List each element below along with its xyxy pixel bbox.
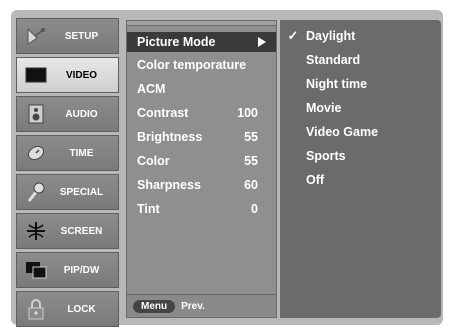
menu-item-acm[interactable]: ACM bbox=[127, 79, 276, 99]
sidebar-item-label: TIME bbox=[69, 147, 94, 159]
menu-item-value: 0 bbox=[251, 202, 258, 216]
sidebar-item-label: LOCK bbox=[67, 303, 96, 315]
menu-button[interactable]: Menu bbox=[133, 299, 176, 313]
menu-item-label: Tint bbox=[137, 202, 160, 216]
sidebar-item-video[interactable]: VIDEO bbox=[16, 57, 119, 93]
menu-footer: Menu Prev. bbox=[127, 294, 276, 317]
menu-item-label: Color temporature bbox=[137, 58, 247, 72]
menu-item-label: Color bbox=[137, 154, 170, 168]
menu-item-picture-mode[interactable]: Picture Mode bbox=[127, 32, 276, 52]
special-tool-icon bbox=[23, 181, 49, 203]
clock-icon bbox=[23, 142, 49, 164]
menu-top-divider bbox=[127, 21, 276, 26]
submenu-item-daylight[interactable]: ✓ Daylight bbox=[280, 25, 441, 47]
submenu-item-video-game[interactable]: Video Game bbox=[280, 121, 441, 143]
menu-item-brightness[interactable]: Brightness 55 bbox=[127, 127, 276, 147]
speaker-icon bbox=[23, 103, 49, 125]
screen-adjust-icon bbox=[23, 220, 49, 242]
tv-screen-icon bbox=[23, 64, 49, 86]
sidebar-item-lock[interactable]: LOCK bbox=[16, 291, 119, 327]
sidebar-item-pip-dw[interactable]: PIP/DW bbox=[16, 252, 119, 288]
submenu-arrow-icon bbox=[258, 37, 266, 47]
sidebar-item-screen[interactable]: SCREEN bbox=[16, 213, 119, 249]
menu-item-contrast[interactable]: Contrast 100 bbox=[127, 103, 276, 123]
submenu-item-label: Sports bbox=[306, 149, 346, 163]
category-sidebar: SETUP VIDEO AUDIO TIME SPECIAL SCREEN PI… bbox=[16, 18, 119, 327]
sidebar-item-label: SCREEN bbox=[60, 225, 103, 237]
sidebar-item-label: AUDIO bbox=[65, 108, 98, 120]
video-menu: Picture Mode Color temporature ACM Contr… bbox=[126, 20, 277, 318]
pip-window-icon bbox=[23, 259, 49, 281]
sidebar-item-label: SPECIAL bbox=[59, 186, 104, 198]
submenu-item-standard[interactable]: Standard bbox=[280, 49, 441, 71]
sidebar-item-setup[interactable]: SETUP bbox=[16, 18, 119, 54]
submenu-item-night-time[interactable]: Night time bbox=[280, 73, 441, 95]
menu-item-label: Picture Mode bbox=[137, 35, 216, 49]
sidebar-item-special[interactable]: SPECIAL bbox=[16, 174, 119, 210]
submenu-item-label: Off bbox=[306, 173, 325, 187]
sidebar-item-label: SETUP bbox=[64, 30, 99, 42]
submenu-item-off[interactable]: Off bbox=[280, 169, 441, 191]
submenu-item-label: Daylight bbox=[306, 29, 356, 43]
sidebar-item-label: PIP/DW bbox=[63, 264, 100, 276]
menu-item-label: Sharpness bbox=[137, 178, 201, 192]
menu-item-color[interactable]: Color 55 bbox=[127, 151, 276, 171]
picture-mode-submenu: ✓ Daylight Standard Night time Movie Vid… bbox=[280, 20, 441, 318]
submenu-item-sports[interactable]: Sports bbox=[280, 145, 441, 167]
menu-item-value: 60 bbox=[244, 178, 258, 192]
sidebar-item-time[interactable]: TIME bbox=[16, 135, 119, 171]
submenu-item-label: Video Game bbox=[306, 125, 379, 139]
satellite-dish-icon bbox=[23, 25, 49, 47]
menu-item-color-temperature[interactable]: Color temporature bbox=[127, 55, 276, 75]
menu-item-label: Brightness bbox=[137, 130, 203, 144]
submenu-item-movie[interactable]: Movie bbox=[280, 97, 441, 119]
menu-item-sharpness[interactable]: Sharpness 60 bbox=[127, 175, 276, 195]
sidebar-item-audio[interactable]: AUDIO bbox=[16, 96, 119, 132]
menu-item-value: 100 bbox=[237, 106, 258, 120]
menu-item-label: ACM bbox=[137, 82, 166, 96]
checkmark-icon: ✓ bbox=[287, 28, 299, 43]
menu-item-value: 55 bbox=[244, 130, 258, 144]
submenu-item-label: Night time bbox=[306, 77, 368, 91]
submenu-item-label: Movie bbox=[306, 101, 342, 115]
menu-item-value: 55 bbox=[244, 154, 258, 168]
padlock-icon bbox=[23, 298, 49, 320]
prev-label: Prev. bbox=[181, 300, 205, 312]
submenu-item-label: Standard bbox=[306, 53, 361, 67]
sidebar-item-label: VIDEO bbox=[65, 69, 98, 81]
menu-item-tint[interactable]: Tint 0 bbox=[127, 199, 276, 219]
menu-item-label: Contrast bbox=[137, 106, 189, 120]
